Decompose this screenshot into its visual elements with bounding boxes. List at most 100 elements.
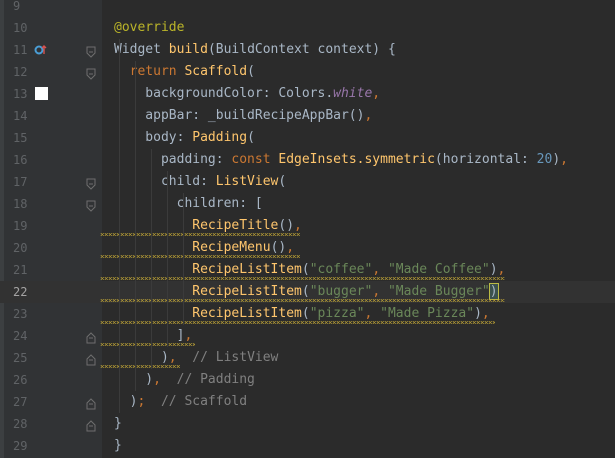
warning-underline xyxy=(100,233,300,236)
code-token: backgroundColor: Colors. xyxy=(114,86,334,101)
code-token: RecipeListItem xyxy=(192,262,302,277)
code-token: ( xyxy=(301,284,310,299)
line-number: 20 xyxy=(13,241,28,255)
code-token: children: [ xyxy=(114,196,263,211)
code-token: // ListView xyxy=(176,350,279,365)
override-gutter-icon[interactable] xyxy=(34,43,48,57)
code-token: , xyxy=(560,152,568,167)
indent-guide xyxy=(183,193,184,325)
code-token: build xyxy=(168,42,208,57)
code-token: , xyxy=(497,262,506,277)
code-token: , xyxy=(168,350,177,365)
line-number: 21 xyxy=(13,263,28,277)
code-token: RecipeMenu xyxy=(192,240,271,255)
code-token: , xyxy=(372,86,381,101)
indent-guide xyxy=(135,61,136,391)
code-token: ( xyxy=(247,130,255,145)
code-line[interactable]: 12 return Scaffold( xyxy=(0,61,615,83)
line-number: 9 xyxy=(13,0,21,13)
code-token: () xyxy=(270,240,287,255)
code-line[interactable]: 21 RecipeListItem("coffee", "Made Coffee… xyxy=(0,259,615,281)
code-token: appBar: _buildRecipeAppBar() xyxy=(114,108,365,123)
code-text: } xyxy=(114,435,122,457)
indent-guide xyxy=(119,39,120,413)
code-text: } xyxy=(114,413,122,435)
code-line[interactable]: 28} xyxy=(0,413,615,435)
line-number: 29 xyxy=(13,439,28,453)
fold-icon[interactable] xyxy=(86,352,96,366)
code-line[interactable]: 22 RecipeListItem("bugger", "Made Bugger… xyxy=(0,281,615,303)
code-token: const xyxy=(231,152,279,167)
code-token: Padding xyxy=(192,130,248,145)
code-text: appBar: _buildRecipeAppBar(), xyxy=(114,105,372,127)
code-token: } xyxy=(114,438,122,453)
fold-icon[interactable] xyxy=(86,418,96,432)
code-token: @override xyxy=(114,20,185,35)
fold-icon[interactable] xyxy=(86,66,96,80)
code-token: ( xyxy=(301,306,310,321)
code-token: white xyxy=(333,86,373,101)
code-line[interactable]: 25 ), // ListView xyxy=(0,347,615,369)
line-number: 24 xyxy=(13,329,28,343)
code-line[interactable]: 18 children: [ xyxy=(0,193,615,215)
code-token: // Scaffold xyxy=(145,394,248,409)
code-text: child: ListView( xyxy=(114,171,286,193)
color-swatch-icon[interactable] xyxy=(35,87,48,100)
code-text: @override xyxy=(114,17,184,39)
code-line[interactable]: 26 ), // Padding xyxy=(0,369,615,391)
fold-icon[interactable] xyxy=(86,176,96,190)
line-number: 23 xyxy=(13,307,28,321)
fold-icon[interactable] xyxy=(86,44,96,58)
line-number: 16 xyxy=(13,153,28,167)
warning-underline xyxy=(100,255,300,258)
code-line[interactable]: 14 appBar: _buildRecipeAppBar(), xyxy=(0,105,615,127)
code-token: ] xyxy=(114,328,185,343)
fold-icon[interactable] xyxy=(86,198,96,212)
code-line[interactable]: 24 ], xyxy=(0,325,615,347)
code-line[interactable]: 9 xyxy=(0,0,615,17)
code-line[interactable]: 19 RecipeTitle(), xyxy=(0,215,615,237)
fold-icon[interactable] xyxy=(86,330,96,344)
line-number: 17 xyxy=(13,175,28,189)
line-number: 14 xyxy=(13,109,28,123)
code-token: , xyxy=(372,284,388,299)
code-text: Widget build(BuildContext context) { xyxy=(114,39,396,61)
code-editor[interactable]: 9 10 @override 11 Widget build(BuildContext … xyxy=(0,0,615,458)
code-token: // Padding xyxy=(160,372,255,387)
code-token: return xyxy=(114,64,185,79)
code-token: , xyxy=(372,262,388,277)
code-line[interactable]: 11 Widget build(BuildContext context) { xyxy=(0,39,615,61)
line-number: 19 xyxy=(13,219,28,233)
code-token: , xyxy=(286,240,295,255)
code-token: RecipeListItem xyxy=(192,284,302,299)
code-token: padding: xyxy=(114,152,232,167)
code-line[interactable]: 27 ); // Scaffold xyxy=(0,391,615,413)
code-text: ); // Scaffold xyxy=(114,391,247,413)
code-token: ) xyxy=(552,152,561,167)
code-token: Scaffold xyxy=(184,64,248,79)
code-token: ) xyxy=(114,350,169,365)
code-token: ( xyxy=(278,174,287,189)
line-number: 28 xyxy=(13,417,28,431)
code-line[interactable]: 10 @override xyxy=(0,17,615,39)
warning-underline xyxy=(100,365,180,368)
code-line[interactable]: 20 RecipeMenu(), xyxy=(0,237,615,259)
code-token: , xyxy=(184,328,193,343)
code-line[interactable]: 15 body: Padding( xyxy=(0,127,615,149)
code-token: , xyxy=(153,372,161,387)
code-token: ( xyxy=(301,262,310,277)
code-line[interactable]: 16 padding: const EdgeInsets.symmetric(h… xyxy=(0,149,615,171)
code-token: ) xyxy=(114,394,138,409)
fold-icon[interactable] xyxy=(86,396,96,410)
code-token: "pizza" xyxy=(309,306,365,321)
code-token: } xyxy=(114,416,122,431)
code-token: "Made Coffee" xyxy=(387,262,490,277)
code-text: backgroundColor: Colors.white, xyxy=(114,83,380,105)
code-line[interactable]: 17 child: ListView( xyxy=(0,171,615,193)
code-line[interactable]: 29} xyxy=(0,435,615,457)
code-line[interactable]: 23 RecipeListItem("pizza", "Made Pizza")… xyxy=(0,303,615,325)
code-line[interactable]: 13 backgroundColor: Colors.white, xyxy=(0,83,615,105)
